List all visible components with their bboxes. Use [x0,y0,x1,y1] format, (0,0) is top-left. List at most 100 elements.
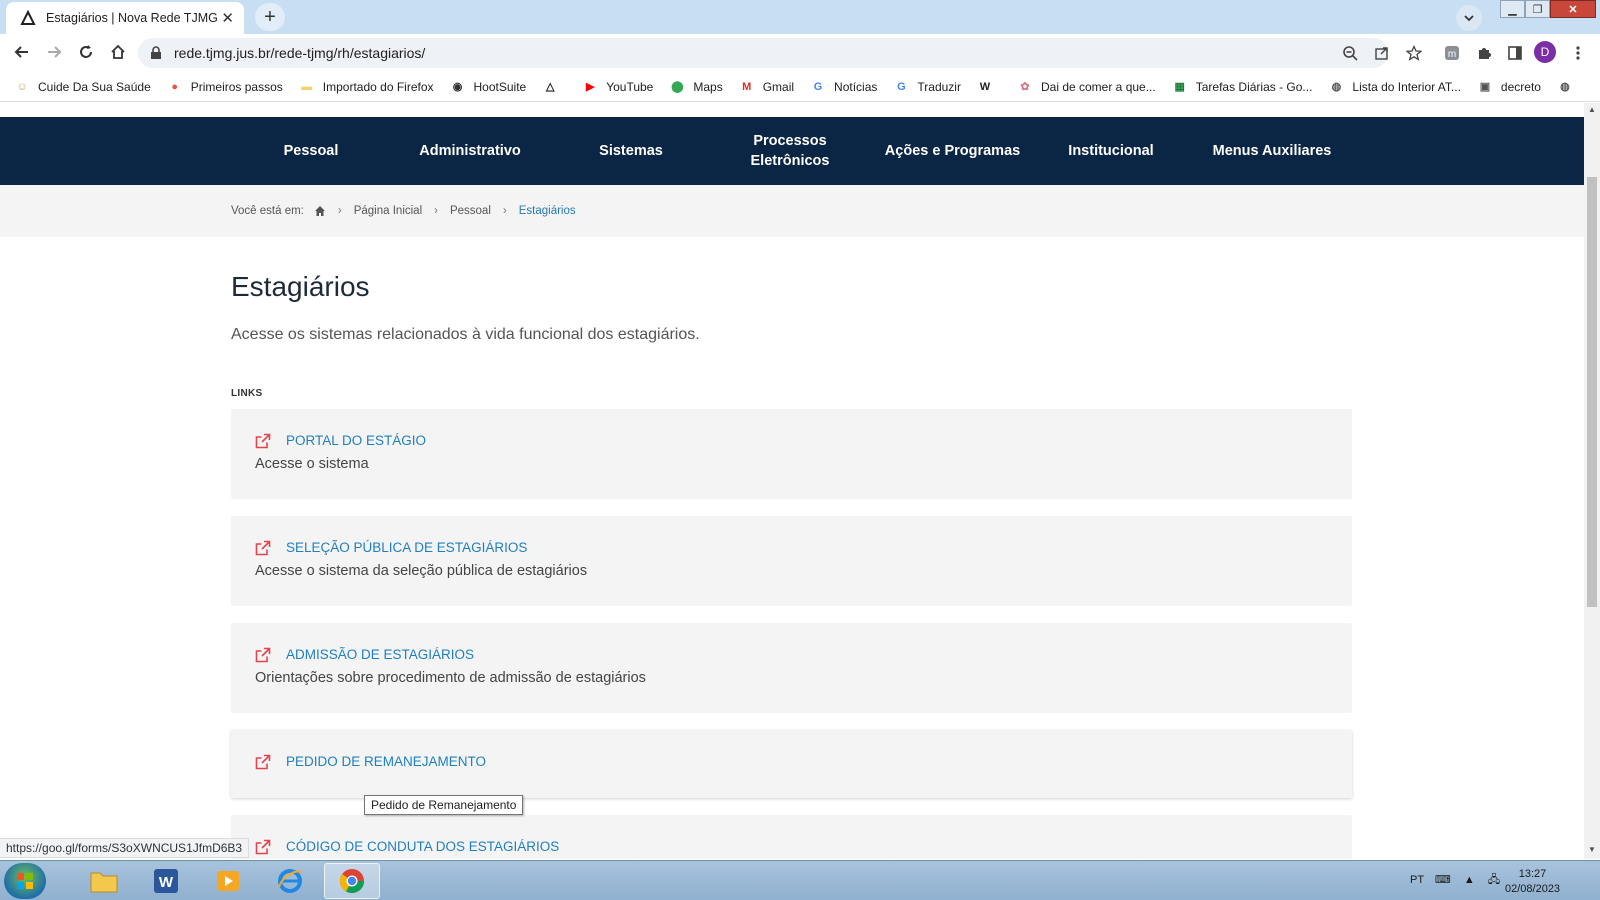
taskbar-chrome[interactable] [324,863,380,899]
home-button[interactable] [104,38,132,66]
scroll-up-icon[interactable]: ▲ [1588,105,1596,114]
site-favicon-icon [20,10,36,25]
link-title[interactable]: Código de Conduta dos Estagiários [286,839,559,854]
bookmark-item[interactable]: ◍ [1557,79,1581,95]
share-icon[interactable] [1370,41,1394,65]
reload-button[interactable] [72,38,100,66]
new-tab-button[interactable]: + [255,3,285,31]
bookmark-item[interactable]: ✿ Dai de comer a que... [1017,79,1156,95]
tab-title: Estagiários | Nova Rede TJMG [46,11,218,25]
close-tab-icon[interactable]: ✕ [221,9,234,27]
breadcrumb-current: Estagiários [518,205,576,217]
link-card-admissao[interactable]: Admissão de Estagiários Orientações sobr… [231,623,1352,713]
tray-expand-icon[interactable]: ▲ [1464,874,1475,886]
breadcrumb-prefix: Você está em: [231,205,304,217]
bookmark-label: decreto [1500,79,1541,94]
nav-item-pessoal[interactable]: Pessoal [265,117,357,185]
language-indicator[interactable]: PT [1410,874,1424,886]
bookmark-item[interactable]: W [977,79,1001,95]
internet-explorer-icon [278,869,302,893]
page-viewport: Pessoal Administrativo Sistemas Processo… [0,103,1584,859]
bookmark-item[interactable]: ☺ Cuide Da Sua Saúde [14,79,150,95]
browser-menu-icon[interactable] [1566,41,1590,65]
bookmark-label: Dai de comer a que... [1040,79,1156,94]
scroll-down-icon[interactable]: ▼ [1588,845,1596,854]
external-link-icon [255,839,271,855]
profile-avatar[interactable]: D [1534,41,1556,63]
bookmark-item[interactable]: G Notícias [810,79,878,95]
address-bar[interactable]: rede.tjmg.jus.br/rede-tjmg/rh/estagiario… [138,38,1388,68]
taskbar-internet-explorer[interactable] [262,863,318,899]
firefox-icon: ● [171,80,179,93]
sheets-icon: ▦ [1174,81,1185,93]
home-icon[interactable] [314,205,326,217]
side-panel-icon[interactable] [1503,41,1527,65]
link-title[interactable]: Admissão de Estagiários [286,647,474,662]
lock-icon [151,46,161,59]
taskbar-word[interactable]: W [138,863,194,899]
bookmark-item[interactable]: △ [542,79,566,95]
link-title[interactable]: Portal do Estágio [286,433,426,448]
link-card-remanejamento[interactable]: Pedido de Remanejamento [231,730,1352,798]
link-card-codigo-de-conduta[interactable]: Código de Conduta dos Estagiários [231,815,1352,859]
link-title[interactable]: Pedido de Remanejamento [286,754,486,769]
wikipedia-icon: W [979,80,991,93]
nav-item-acoes-e-programas[interactable]: Ações e Programas [875,117,1030,185]
nav-item-sistemas[interactable]: Sistemas [580,117,682,185]
chrome-icon [339,869,364,894]
maximize-window-button[interactable]: ❐ [1525,0,1550,18]
close-window-button[interactable]: ✕ [1550,0,1596,18]
link-card-portal-do-estagio[interactable]: Portal do Estágio Acesse o sistema [231,409,1352,499]
translate-icon: G [897,80,906,93]
page-title: Estagiários [231,271,370,302]
keyboard-icon[interactable]: ⌨ [1435,874,1451,886]
breadcrumb-item-pessoal[interactable]: Pessoal [450,205,491,217]
nav-item-administrativo[interactable]: Administrativo [400,117,540,185]
link-description: Acesse o sistema da seleção pública de e… [255,563,588,579]
link-card-selecao-publica[interactable]: Seleção Pública de Estagiários Acesse o … [231,516,1352,606]
nav-item-institucional[interactable]: Institucional [1052,117,1170,185]
bookmark-item[interactable]: ▣ decreto [1477,79,1541,95]
network-icon[interactable]: 🖧 [1488,874,1500,886]
taskbar-clock[interactable]: 13:27 02/08/2023 [1505,867,1560,897]
bookmark-label: Gmail [762,79,795,94]
extension-m-icon[interactable]: m [1440,41,1464,65]
page-scrollbar[interactable]: ▲ ▼ [1584,103,1600,859]
bookmark-item[interactable]: ▦ Tarefas Diárias - Go... [1172,79,1313,95]
tab-search-button[interactable] [1456,5,1482,31]
nav-item-menus-auxiliares[interactable]: Menus Auxiliares [1198,117,1346,185]
link-description: Acesse o sistema [255,456,369,472]
link-title[interactable]: Seleção Pública de Estagiários [286,540,527,555]
bookmark-item[interactable]: ◍ Lista do Interior AT... [1328,79,1461,95]
breadcrumb-item-pagina-inicial[interactable]: Página Inicial [354,205,422,217]
browser-tab[interactable]: Estagiários | Nova Rede TJMG ✕ [6,2,244,34]
minimize-window-button[interactable]: ▁ [1500,0,1525,18]
bookmarks-bar: ☺ Cuide Da Sua Saúde ● Primeiros passos ▬ Imp… [0,72,1600,102]
bookmark-item[interactable]: ⬤ Maps [669,79,723,95]
bookmark-item[interactable]: ● Primeiros passos [167,79,282,95]
back-button[interactable] [8,38,36,66]
zoom-icon[interactable] [1338,41,1362,65]
bookmark-item[interactable]: ▬ Importado do Firefox [299,79,433,95]
extensions-puzzle-icon[interactable] [1472,41,1496,65]
bookmark-label: Maps [693,79,723,94]
bookmark-item[interactable]: G Traduzir [893,79,961,95]
health-icon: ☺ [16,80,28,93]
bookmark-item[interactable]: ▶ YouTube [582,79,653,95]
system-tray: PT ⌨ ▲ 🖧 [1410,871,1500,890]
forward-button[interactable] [40,38,68,66]
bookmark-star-icon[interactable] [1402,41,1426,65]
bookmark-item[interactable]: M Gmail [739,79,794,95]
chevron-down-icon [1464,15,1474,22]
arrow-left-icon [14,46,28,58]
home-icon [111,44,125,59]
nav-item-processos-eletronicos[interactable]: Processos Eletrônicos [735,117,845,185]
clock-date: 02/08/2023 [1505,883,1561,895]
taskbar-explorer[interactable] [76,863,132,899]
youtube-icon: ▶ [585,81,595,93]
taskbar-media-player[interactable] [200,863,256,899]
status-url: https://goo.gl/forms/S3oXWNCUS1JfmD6B3 [0,838,250,858]
scrollbar-thumb[interactable] [1587,177,1597,607]
bookmark-item[interactable]: ◉ HootSuite [450,79,527,95]
start-button[interactable] [4,863,46,899]
